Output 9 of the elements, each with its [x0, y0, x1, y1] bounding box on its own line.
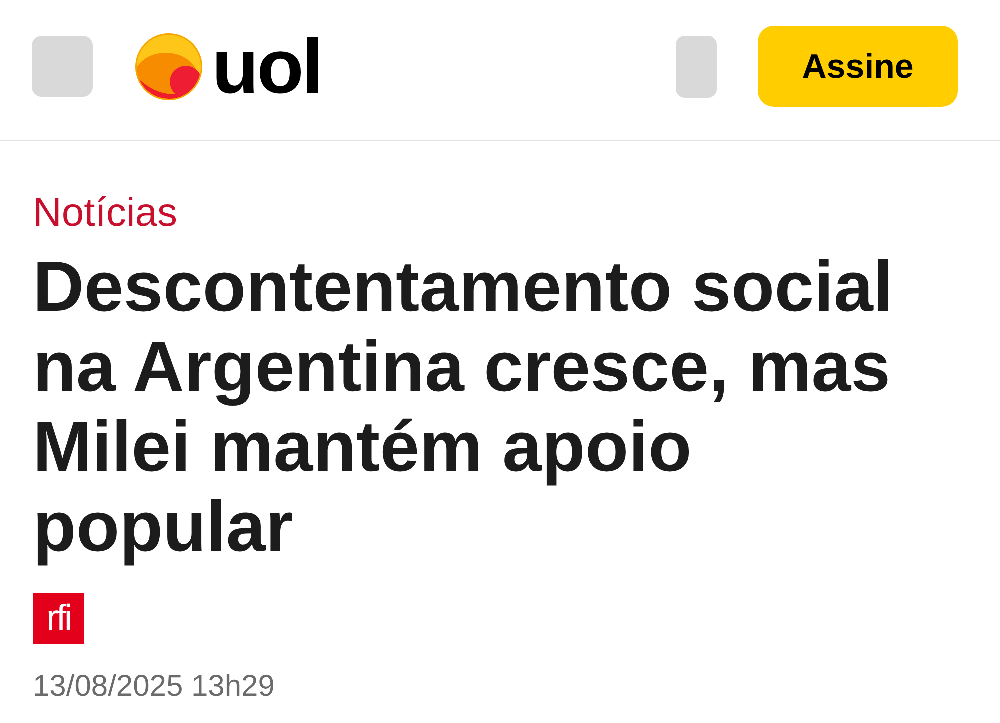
subscribe-button[interactable]: Assine — [758, 26, 958, 107]
circle-logo-icon — [134, 32, 204, 102]
publish-date: 13/08/2025 13h29 — [33, 669, 275, 705]
article-headline: Descontentamento social na Argentina cresce, mas Milei mantém apoio popular — [33, 248, 894, 568]
source-logo: rfi — [33, 593, 84, 644]
placeholder-icon — [676, 36, 717, 98]
category-link[interactable]: Notícias — [33, 191, 178, 235]
logo-wordmark: uol — [212, 36, 322, 96]
placeholder-icon — [32, 36, 93, 97]
